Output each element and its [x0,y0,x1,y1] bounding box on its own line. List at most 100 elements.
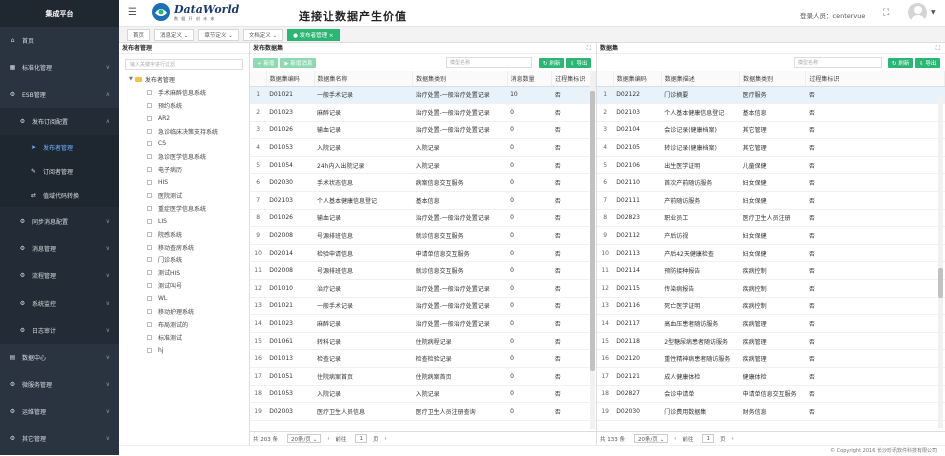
checkbox-icon[interactable] [147,321,152,327]
sidebar-item[interactable]: ✎ 订阅者管理 [0,159,119,184]
table-row[interactable]: 1 D02122 门诊摘要 医疗服务否 [597,86,945,105]
tree-node[interactable]: 重症医学信息系统 [119,202,249,215]
sidebar-item[interactable]: ➤ 发布者管理 [0,135,119,160]
table-row[interactable]: 17 D02121 成人健康体检 健康体检否 [597,367,945,386]
checkbox-icon[interactable] [147,257,152,263]
tree-node[interactable]: 门诊系统 [119,253,249,266]
table-row[interactable]: 12 D02115 传染病报告 疾病控制否 [597,279,945,298]
search-input[interactable]: 模型名称 [446,57,532,68]
checkbox-icon[interactable] [147,102,152,108]
column-header[interactable]: 数据集类别 [739,71,807,87]
table-row[interactable]: 1 D01021 一般手术记录 治疗处置-一般治疗处置记录 10 否 [250,86,596,105]
column-header[interactable] [597,71,614,87]
table-row[interactable]: 3 D02104 会诊记录(健康档案) 其它管理否 [597,121,945,140]
add-button[interactable]: + 新增 [253,57,279,68]
tree-node[interactable]: 移动查房系统 [119,241,249,254]
refresh-button[interactable]: ↻ 刷新 [888,57,914,68]
maximize-icon[interactable]: ⛶ [936,43,940,54]
column-header[interactable]: 数据集编码 [613,71,662,87]
checkbox-icon[interactable] [147,89,152,95]
table-row[interactable]: 2 D02103 个人基本健康信息登记 基本信息否 [597,103,945,122]
column-header[interactable]: 数据集类别 [412,71,508,87]
table-row[interactable]: 19 D02030 门诊费用数据集 财务信息否 [597,402,945,421]
scrollbar[interactable] [590,71,595,429]
sidebar-item[interactable]: ⌂ 首页 [0,27,119,54]
sidebar-item[interactable]: ⚙ 发布订阅配置 ∧ [0,108,119,136]
sidebar-item[interactable]: ⚙ 消息管理 ∨ [0,234,119,263]
tree-node[interactable]: 标准测试 [119,331,249,344]
checkbox-icon[interactable] [147,128,152,134]
sidebar-item[interactable]: ⇄ 值域代码转换 [0,183,119,208]
add-message-button[interactable]: ▶ 新增消息 [280,57,317,68]
tree-filter-input[interactable]: 输入关键字进行过滤 [125,59,243,70]
tree-node[interactable]: 医院测试 [119,189,249,202]
sidebar-item[interactable]: ▦ 标准化管理 ∨ [0,54,119,81]
column-header[interactable]: 数据集编码 [266,71,315,87]
tree-node[interactable]: 院感系统 [119,228,249,241]
tree-node[interactable]: 电子病历 [119,163,249,176]
checkbox-icon[interactable] [147,205,152,211]
tree-node[interactable]: hj [119,344,249,357]
export-button[interactable]: ⇩ 导出 [915,57,941,68]
tree-node[interactable]: 测试叫号 [119,279,249,292]
tab[interactable]: 文档定义 ⌄ [242,28,284,41]
menu-toggle-icon[interactable]: ☰ [128,7,137,18]
sidebar-item[interactable]: ⚙ 微服务管理 ∨ [0,371,119,398]
tree-node[interactable]: 布局测试的 [119,318,249,331]
tab[interactable]: 消息定义 ⌄ [154,28,195,41]
page-input[interactable]: 1 [702,434,714,443]
table-row[interactable]: 14 D01023 麻醉记录 治疗处置-一般治疗处置记录 0 否 [250,314,596,333]
table-row[interactable]: 18 D02827 会诊申请单 申请单信息交互服务否 [597,385,945,404]
tree-node[interactable]: 急诊医学信息系统 [119,150,249,163]
column-header[interactable] [250,71,267,87]
column-header[interactable]: 过程集标识 [551,71,596,87]
checkbox-icon[interactable] [147,283,152,289]
table-row[interactable]: 7 D02103 个人基本健康信息登记 基本信息 0 否 [250,191,596,210]
checkbox-icon[interactable] [147,270,152,276]
table-row[interactable]: 12 D01010 治疗记录 治疗处置-一般治疗处置记录 0 否 [250,279,596,298]
tree-node[interactable]: CS [119,137,249,150]
checkbox-icon[interactable] [147,115,152,121]
table-row[interactable]: 5 D02106 出生医学证明 儿童保健否 [597,156,945,175]
scrollbar[interactable] [938,98,943,428]
checkbox-icon[interactable] [147,244,152,250]
tree-node[interactable]: 手术麻醉信息系统 [119,86,249,99]
sidebar-item[interactable]: ⚙ 系统监控 ∨ [0,289,119,317]
tree-node[interactable]: 急诊临床决策支持系统 [119,125,249,138]
checkbox-icon[interactable] [147,334,152,340]
table-row[interactable]: 15 D01061 转科记录 住院病程记录 0 否 [250,332,596,351]
prev-page-button[interactable]: ‹ [674,436,676,442]
maximize-icon[interactable]: ⛶ [587,43,591,54]
table-row[interactable]: 16 D01013 检查记录 检查检验记录 0 否 [250,349,596,368]
table-row[interactable]: 18 D01053 入院记录 入院记录 0 否 [250,385,596,404]
column-header[interactable]: 过程集标识 [805,71,945,87]
page-size-select[interactable]: 20条/页 ⌄ [287,434,322,443]
tree-node[interactable]: LIS [119,215,249,228]
table-row[interactable]: 4 D02105 转诊记录(健康档案) 其它管理否 [597,138,945,157]
tab[interactable]: 首页 [127,28,151,41]
table-row[interactable]: 11 D02114 预防接种报告 疾病控制否 [597,261,945,281]
checkbox-icon[interactable] [147,141,152,147]
table-row[interactable]: 7 D02111 产前随访服务 妇女保健否 [597,191,945,210]
export-button[interactable]: ⇩ 导出 [566,57,592,68]
tree-node[interactable]: 预约系统 [119,99,249,112]
table-row[interactable]: 2 D01023 麻醉记录 治疗处置-一般治疗处置记录 0 否 [250,103,596,122]
sidebar-item[interactable]: ⚙ 日志审计 ∨ [0,316,119,345]
table-row[interactable]: 11 D02008 号源排班信息 就诊信息交互服务 0 否 [250,261,596,281]
sidebar-item[interactable]: ▤ 数据中心 ∨ [0,344,119,371]
table-row[interactable]: 13 D01021 一般手术记录 治疗处置-一般治疗处置记录 0 否 [250,297,596,316]
sidebar-item[interactable]: ⚙ 同步消息配置 ∨ [0,207,119,235]
tab[interactable]: ● 发布者管理 × [287,28,340,41]
table-row[interactable]: 16 D02120 重性精神病患者随访服务 疾病管理否 [597,349,945,368]
checkbox-icon[interactable] [147,192,152,198]
chevron-down-icon[interactable]: ▼ [931,9,936,16]
page-size-select[interactable]: 20条/页 ⌄ [634,434,669,443]
checkbox-icon[interactable] [147,231,152,237]
next-page-button[interactable]: › [731,436,733,442]
table-row[interactable]: 9 D02112 产后访视 妇女保健否 [597,226,945,245]
tab[interactable]: 章节定义 ⌄ [198,28,239,41]
prev-page-button[interactable]: ‹ [327,436,329,442]
checkbox-icon[interactable] [147,180,152,186]
sidebar-item[interactable]: ⚙ 运维管理 ∨ [0,398,119,425]
column-header[interactable]: 数据集名称 [314,71,414,87]
